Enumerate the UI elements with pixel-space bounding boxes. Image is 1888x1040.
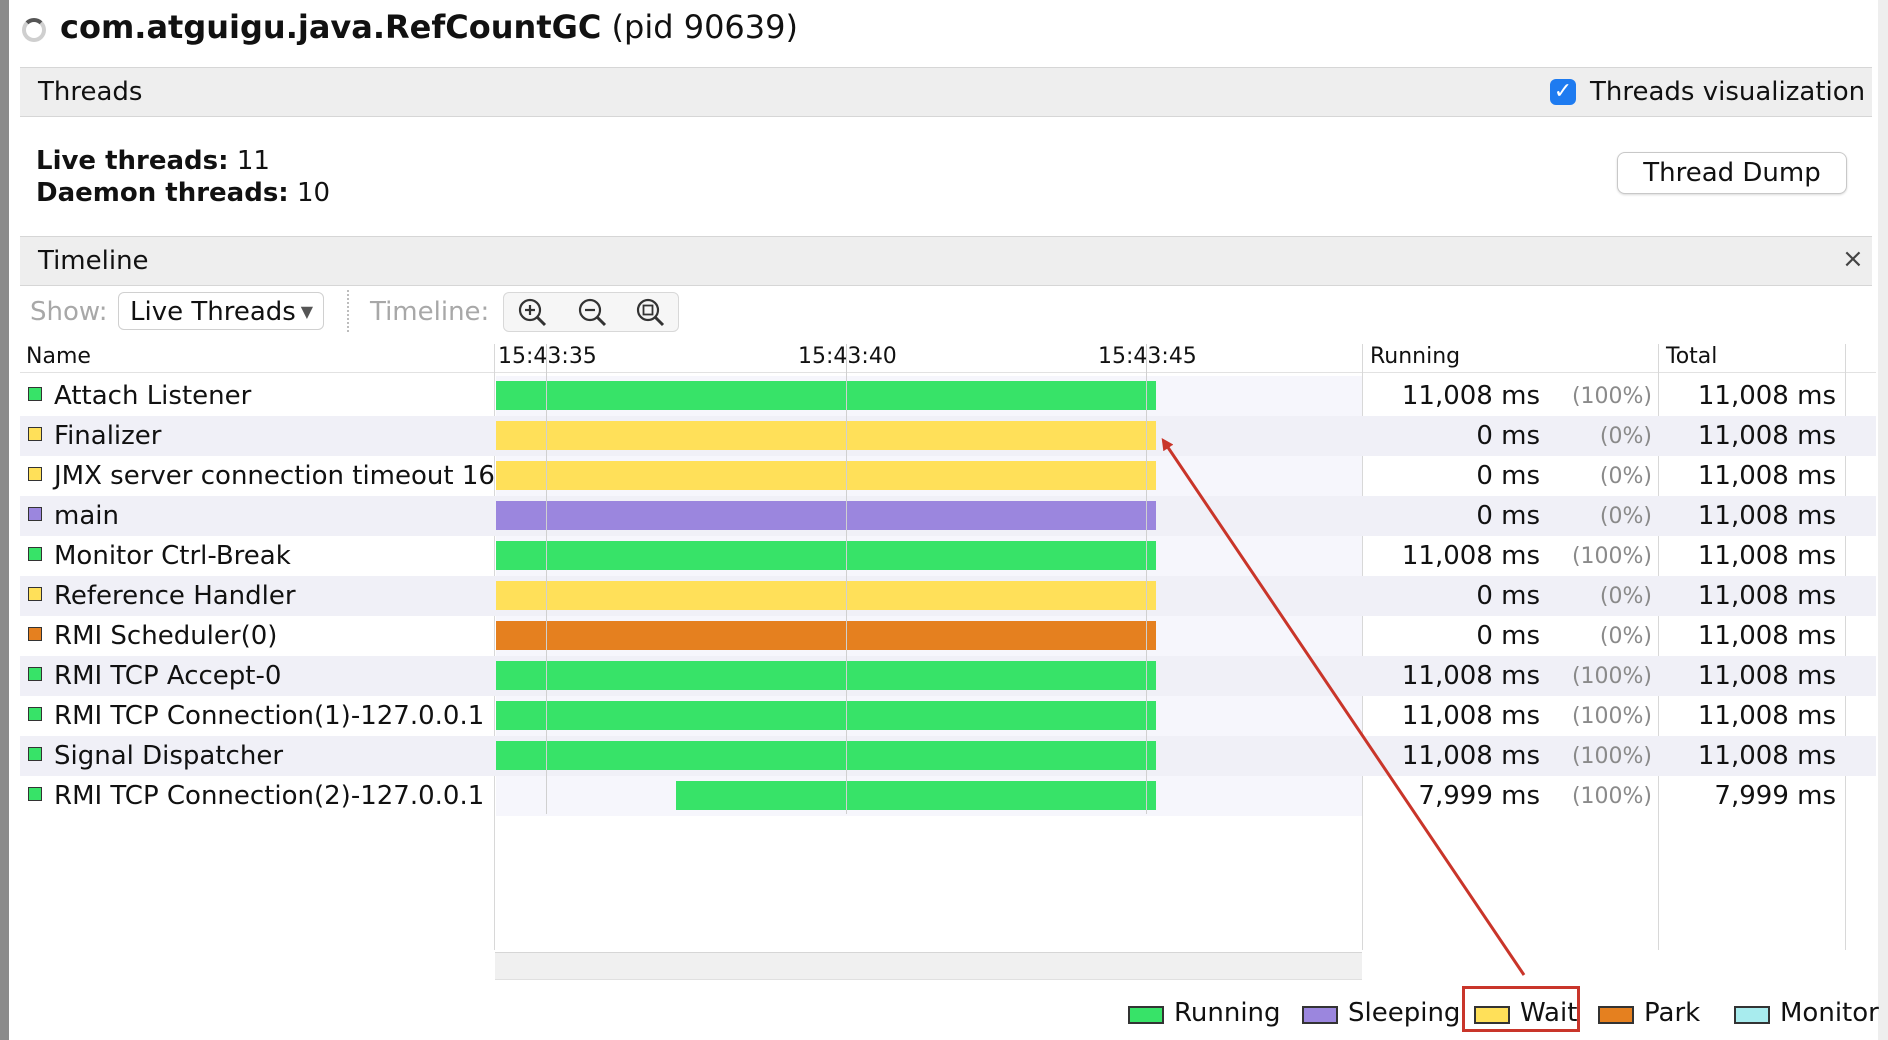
annotation-arrow-icon: [1161, 438, 1526, 976]
